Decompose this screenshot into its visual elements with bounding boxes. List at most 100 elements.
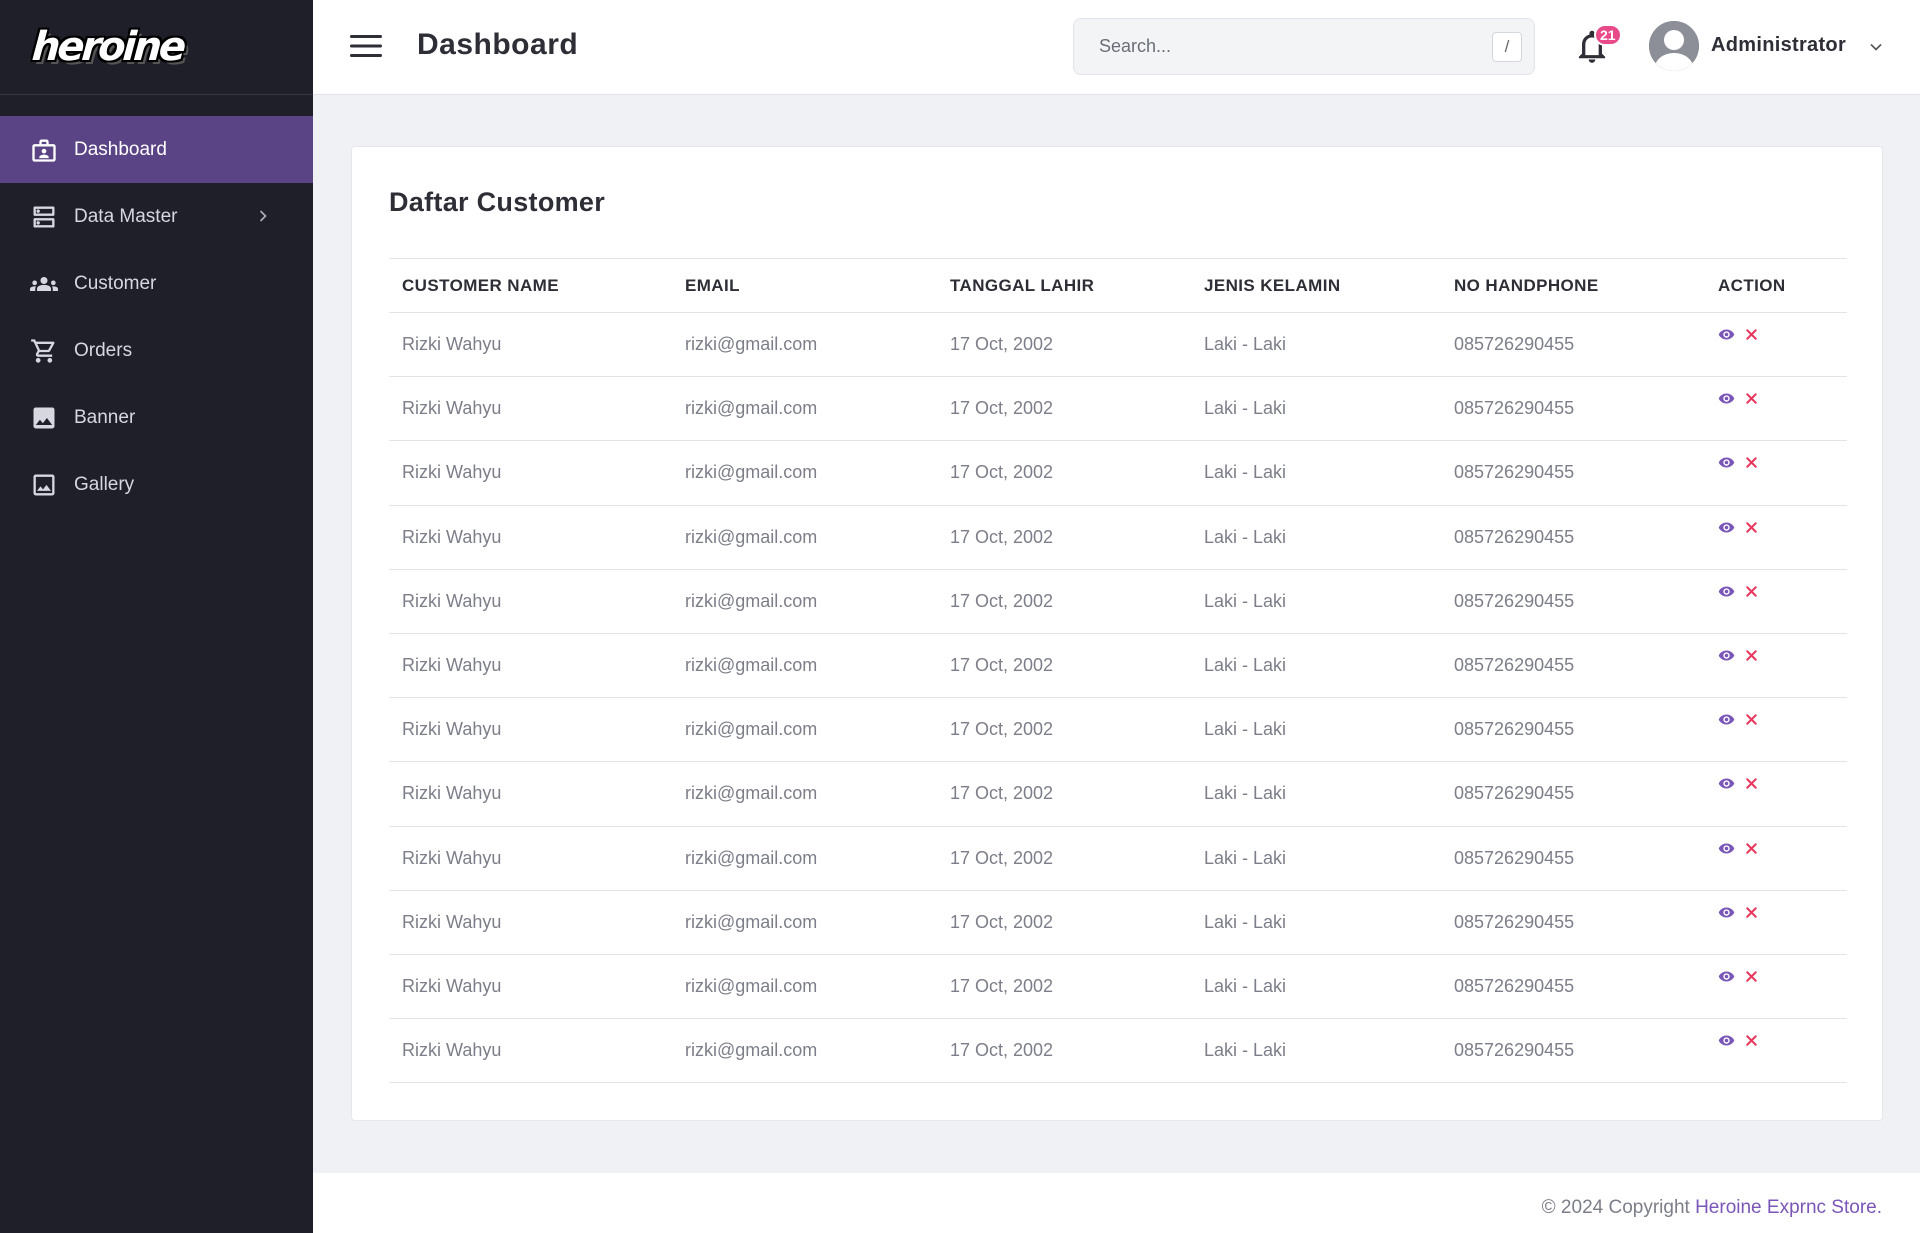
sidebar-item-data-master[interactable]: Data Master [0, 183, 313, 250]
phone-cell: 085726290455 [1454, 719, 1575, 740]
sidebar-item-label: Orders [74, 339, 133, 361]
gender-cell: Laki - Laki [1204, 462, 1287, 483]
copyright: © 2024 Copyright Heroine Exprnc Store. [1542, 1197, 1882, 1219]
action-cell [1705, 441, 1847, 505]
sidebar-item-label: Dashboard [74, 138, 167, 160]
search-input[interactable] [1074, 19, 1534, 74]
row-actions [1718, 583, 1847, 600]
row-actions [1718, 519, 1847, 536]
card-title: Daftar Customer [389, 187, 606, 217]
sidebar-item-label: Banner [74, 406, 136, 428]
eye-icon[interactable] [1718, 647, 1735, 664]
phone-cell: 085726290455 [1454, 526, 1575, 547]
email-cell: rizki@gmail.com [685, 398, 818, 419]
email-cell: rizki@gmail.com [685, 911, 818, 932]
close-icon[interactable] [1743, 326, 1760, 343]
eye-icon[interactable] [1718, 390, 1735, 407]
phone-cell: 085726290455 [1454, 590, 1575, 611]
customer-name-cell: Rizki Wahyu [402, 526, 502, 547]
birth-date-cell: 17 Oct, 2002 [950, 719, 1054, 740]
row-actions [1718, 454, 1847, 471]
eye-icon[interactable] [1718, 1032, 1735, 1049]
table-row: Rizki Wahyu rizki@gmail.com 17 Oct, 2002 La… [389, 441, 1847, 506]
email-cell: rizki@gmail.com [685, 719, 818, 740]
customer-name-cell: Rizki Wahyu [402, 398, 502, 419]
birth-date-cell: 17 Oct, 2002 [950, 783, 1054, 804]
eye-icon[interactable] [1718, 583, 1735, 600]
column-header: JENIS KELAMIN [1204, 275, 1341, 295]
customer-name-cell: Rizki Wahyu [402, 847, 502, 868]
close-icon[interactable] [1743, 519, 1760, 536]
search-shortcut-key: / [1492, 32, 1522, 62]
action-cell [1705, 890, 1847, 954]
gender-cell: Laki - Laki [1204, 847, 1287, 868]
sidebar-item-customer[interactable]: Customer [0, 250, 313, 317]
footer: © 2024 Copyright Heroine Exprnc Store. [313, 1173, 1920, 1233]
birth-date-cell: 17 Oct, 2002 [950, 462, 1054, 483]
sidebar-item-orders[interactable]: Orders [0, 317, 313, 384]
chevron-right-icon [253, 206, 273, 226]
eye-icon[interactable] [1718, 968, 1735, 985]
sidebar-item-gallery[interactable]: Gallery [0, 451, 313, 518]
phone-cell: 085726290455 [1454, 847, 1575, 868]
eye-icon[interactable] [1718, 775, 1735, 792]
close-icon[interactable] [1743, 647, 1760, 664]
close-icon[interactable] [1743, 454, 1760, 471]
logo-area: heroine [0, 0, 313, 95]
table-row: Rizki Wahyu rizki@gmail.com 17 Oct, 2002 La… [389, 313, 1847, 377]
table-row: Rizki Wahyu rizki@gmail.com 17 Oct, 2002 La… [389, 633, 1847, 698]
row-actions [1718, 326, 1847, 343]
close-icon[interactable] [1743, 775, 1760, 792]
avatar[interactable] [1649, 21, 1699, 71]
email-cell: rizki@gmail.com [685, 1040, 818, 1061]
email-cell: rizki@gmail.com [685, 590, 818, 611]
birth-date-cell: 17 Oct, 2002 [950, 847, 1054, 868]
customer-name-cell: Rizki Wahyu [402, 975, 502, 996]
close-icon[interactable] [1743, 583, 1760, 600]
phone-cell: 085726290455 [1454, 911, 1575, 932]
birth-date-cell: 17 Oct, 2002 [950, 334, 1054, 355]
customer-list-card: Daftar Customer CUSTOMER NAME EMAIL TANG… [351, 146, 1883, 1121]
server-icon [30, 203, 58, 231]
page-title: Dashboard [417, 28, 579, 61]
column-header: TANGGAL LAHIR [950, 275, 1095, 295]
customer-name-cell: Rizki Wahyu [402, 783, 502, 804]
customer-name-cell: Rizki Wahyu [402, 911, 502, 932]
row-actions [1718, 711, 1847, 728]
eye-icon[interactable] [1718, 326, 1735, 343]
user-name[interactable]: Administrator [1711, 34, 1846, 57]
gender-cell: Laki - Laki [1204, 334, 1287, 355]
eye-icon[interactable] [1718, 454, 1735, 471]
row-actions [1718, 647, 1847, 664]
close-icon[interactable] [1743, 840, 1760, 857]
store-link[interactable]: Heroine Exprnc Store. [1695, 1197, 1882, 1218]
gallery-icon [30, 471, 58, 499]
chevron-down-icon[interactable] [1866, 37, 1886, 57]
close-icon[interactable] [1743, 968, 1760, 985]
customer-table: CUSTOMER NAME EMAIL TANGGAL LAHIR JENIS … [389, 258, 1847, 1083]
sidebar: heroine Dashboard Data Master Customer O… [0, 0, 313, 1233]
close-icon[interactable] [1743, 390, 1760, 407]
hamburger-menu-icon[interactable] [350, 32, 382, 60]
gender-cell: Laki - Laki [1204, 526, 1287, 547]
eye-icon[interactable] [1718, 711, 1735, 728]
eye-icon[interactable] [1718, 840, 1735, 857]
copyright-text: © 2024 Copyright [1541, 1197, 1696, 1218]
brand-logo[interactable]: heroine [30, 24, 184, 70]
close-icon[interactable] [1743, 711, 1760, 728]
row-actions [1718, 840, 1847, 857]
close-icon[interactable] [1743, 1032, 1760, 1049]
sidebar-item-banner[interactable]: Banner [0, 384, 313, 451]
close-icon[interactable] [1743, 904, 1760, 921]
eye-icon[interactable] [1718, 904, 1735, 921]
action-cell [1705, 377, 1847, 441]
row-actions [1718, 968, 1847, 985]
birth-date-cell: 17 Oct, 2002 [950, 655, 1054, 676]
row-actions [1718, 775, 1847, 792]
table-row: Rizki Wahyu rizki@gmail.com 17 Oct, 2002 La… [389, 762, 1847, 826]
email-cell: rizki@gmail.com [685, 462, 818, 483]
email-cell: rizki@gmail.com [685, 847, 818, 868]
sidebar-item-dashboard[interactable]: Dashboard [0, 116, 313, 183]
action-cell [1705, 633, 1847, 697]
eye-icon[interactable] [1718, 519, 1735, 536]
